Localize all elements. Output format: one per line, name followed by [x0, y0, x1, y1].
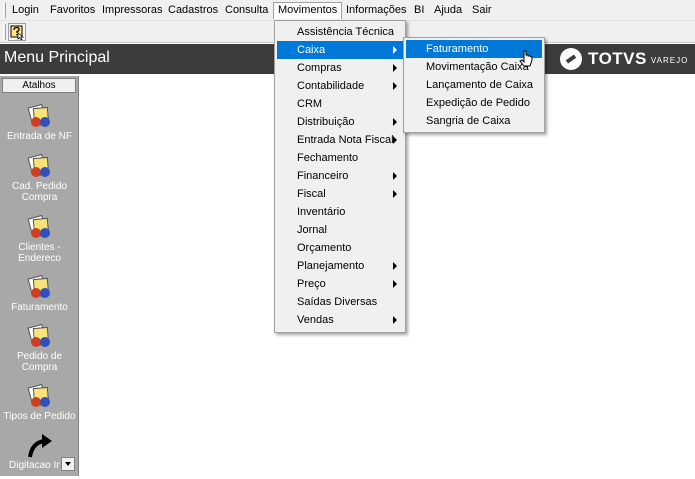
menu-informacoes[interactable]: Informações — [342, 2, 411, 19]
submenu-arrow-icon — [393, 136, 397, 144]
shortcut-label: Cad. Pedido Compra — [11, 181, 68, 203]
submenu-item-expedicao-pedido[interactable]: Expedição de Pedido — [406, 94, 542, 112]
submenu-arrow-icon — [393, 262, 397, 270]
menu-item-crm[interactable]: CRM — [277, 95, 403, 113]
menubar-grip — [3, 3, 6, 18]
shortcut-clientes-endereco[interactable]: Clientes - Endereco — [0, 213, 79, 264]
submenu-arrow-icon — [393, 190, 397, 198]
menu-item-planejamento[interactable]: Planejamento — [277, 257, 403, 275]
document-stack-icon — [27, 214, 50, 238]
totvs-logo-mark-icon — [560, 48, 582, 70]
movimentos-menu: Assistência Técnica Caixa Compras Contab… — [274, 20, 406, 333]
logo-word: TOTVS — [588, 49, 647, 68]
logo-sub: VAREJO — [650, 56, 689, 65]
submenu-item-lancamento-caixa[interactable]: Lançamento de Caixa — [406, 76, 542, 94]
shortcut-label: Tipos de Pedido — [3, 411, 76, 422]
help-cursor-button[interactable] — [8, 23, 26, 41]
menu-bi[interactable]: BI — [410, 2, 428, 19]
document-stack-icon — [27, 103, 50, 127]
shortcut-label: Faturamento — [11, 302, 68, 313]
submenu-arrow-icon — [393, 64, 397, 72]
curved-arrow-icon — [27, 434, 52, 458]
menu-item-preco[interactable]: Preço — [277, 275, 403, 293]
menu-sair[interactable]: Sair — [468, 2, 496, 19]
mouse-pointer-icon — [519, 50, 533, 67]
menu-item-compras[interactable]: Compras — [277, 59, 403, 77]
toolbar-grip — [3, 24, 6, 40]
menu-item-inventario[interactable]: Inventário — [277, 203, 403, 221]
shortcut-faturamento[interactable]: Faturamento — [0, 273, 79, 313]
shortcut-label: Digitacao In — [9, 460, 60, 471]
menu-item-caixa[interactable]: Caixa — [277, 41, 403, 59]
submenu-arrow-icon — [393, 172, 397, 180]
menu-item-fiscal[interactable]: Fiscal — [277, 185, 403, 203]
shortcut-tipos-pedido[interactable]: Tipos de Pedido — [0, 382, 79, 422]
menu-item-contabilidade[interactable]: Contabilidade — [277, 77, 403, 95]
menu-item-orcamento[interactable]: Orçamento — [277, 239, 403, 257]
document-stack-icon — [27, 274, 50, 298]
menu-item-saidas-diversas[interactable]: Saídas Diversas — [277, 293, 403, 311]
menu-favoritos[interactable]: Favoritos — [46, 2, 99, 19]
menu-item-assistencia-tecnica[interactable]: Assistência Técnica — [277, 23, 403, 41]
menu-login[interactable]: Login — [8, 2, 43, 19]
submenu-arrow-icon — [393, 118, 397, 126]
shortcut-pedido-compra[interactable]: Pedido de Compra — [0, 322, 79, 373]
menu-item-distribuicao[interactable]: Distribuição — [277, 113, 403, 131]
shortcut-entrada-nf[interactable]: Entrada de NF — [0, 102, 79, 142]
menu-item-financeiro[interactable]: Financeiro — [277, 167, 403, 185]
submenu-arrow-icon — [393, 316, 397, 324]
menu-ajuda[interactable]: Ajuda — [430, 2, 466, 19]
shortcut-label: Clientes - Endereco — [18, 242, 61, 264]
page-title: Menu Principal — [4, 49, 110, 66]
totvs-logo: TOTVS VAREJO — [560, 47, 688, 71]
shortcut-label: Entrada de NF — [6, 131, 73, 142]
menu-item-fechamento[interactable]: Fechamento — [277, 149, 403, 167]
submenu-arrow-icon — [393, 46, 397, 54]
help-cursor-icon — [10, 25, 24, 41]
shortcuts-header[interactable]: Atalhos — [2, 78, 76, 93]
menu-movimentos[interactable]: Movimentos — [273, 2, 343, 19]
menu-impressoras[interactable]: Impressoras — [98, 2, 167, 19]
shortcut-cad-pedido-compra[interactable]: Cad. Pedido Compra — [0, 152, 79, 203]
menu-item-jornal[interactable]: Jornal — [277, 221, 403, 239]
menu-consulta[interactable]: Consulta — [221, 2, 272, 19]
menu-bar: Login Favoritos Impressoras Cadastros Co… — [0, 0, 695, 21]
shortcuts-scroll-down-button[interactable] — [61, 457, 75, 471]
menu-item-entrada-nota-fiscal[interactable]: Entrada Nota Fiscal — [277, 131, 403, 149]
document-stack-icon — [27, 323, 50, 347]
document-stack-icon — [27, 383, 50, 407]
submenu-arrow-icon — [393, 82, 397, 90]
shortcuts-panel: Atalhos Entrada de NF Cad. Pedido Compra… — [0, 76, 79, 476]
menu-item-vendas[interactable]: Vendas — [277, 311, 403, 329]
submenu-item-sangria-caixa[interactable]: Sangria de Caixa — [406, 112, 542, 130]
shortcut-label: Pedido de Compra — [16, 351, 63, 373]
submenu-arrow-icon — [393, 280, 397, 288]
document-stack-icon — [27, 153, 50, 177]
menu-cadastros[interactable]: Cadastros — [164, 2, 222, 19]
